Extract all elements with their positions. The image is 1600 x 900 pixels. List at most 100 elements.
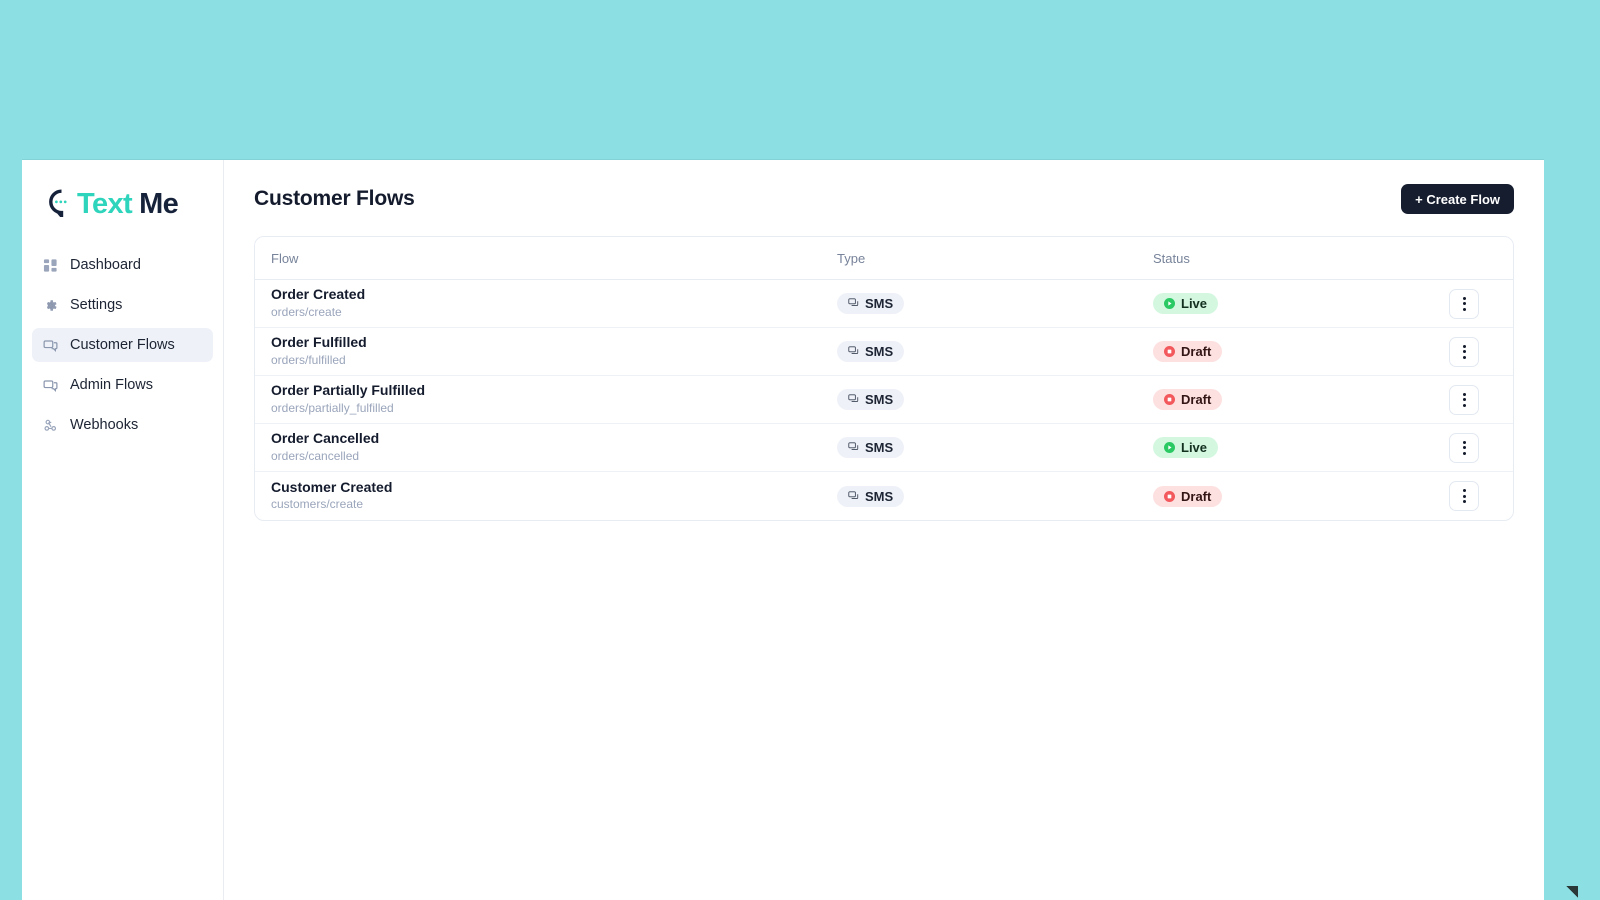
- type-label: SMS: [865, 440, 894, 455]
- message-square-icon: [42, 377, 58, 393]
- flow-name: Order Partially Fulfilled: [271, 382, 426, 399]
- sms-icon: [848, 490, 859, 502]
- type-label: SMS: [865, 488, 894, 504]
- status-cell: Draft: [1137, 341, 1423, 362]
- main-content: Customer Flows + Create Flow Flow Type S…: [224, 160, 1544, 900]
- flow-name: Order Cancelled: [271, 430, 380, 447]
- table-row[interactable]: Order Created orders/create SMS Live: [255, 280, 1513, 328]
- flow-name: Customer Created: [271, 478, 393, 495]
- row-actions: [1423, 288, 1513, 319]
- sidebar-item-label: Webhooks: [70, 417, 139, 433]
- row-actions: [1423, 481, 1513, 511]
- type-cell: SMS: [821, 389, 1137, 410]
- column-header-flow: Flow: [271, 250, 299, 266]
- status-badge: Draft: [1153, 341, 1223, 362]
- message-square-icon: [42, 337, 58, 353]
- table-row[interactable]: Order Cancelled orders/cancelled SMS Liv…: [255, 424, 1513, 472]
- row-menu-button[interactable]: [1449, 481, 1479, 511]
- stop-circle-icon: [1164, 346, 1175, 357]
- stop-circle-icon: [1164, 394, 1175, 405]
- sidebar-nav: Dashboard Settings Customer Flows Admin …: [22, 248, 223, 442]
- sidebar-item-settings[interactable]: Settings: [32, 288, 213, 322]
- status-badge: Live: [1153, 437, 1219, 458]
- create-flow-button[interactable]: + Create Flow: [1401, 184, 1514, 214]
- play-circle-icon: [1164, 442, 1175, 453]
- grid-icon: [42, 257, 58, 273]
- flow-cell: Customer Created customers/create: [255, 479, 821, 513]
- type-badge: SMS: [837, 437, 905, 458]
- gear-icon: [42, 297, 58, 313]
- status-badge: Draft: [1153, 389, 1223, 410]
- type-cell: SMS: [821, 293, 1137, 314]
- type-badge: SMS: [837, 293, 905, 314]
- flow-name: Order Created: [271, 286, 366, 303]
- type-label: SMS: [865, 392, 894, 407]
- flow-topic: customers/create: [271, 497, 364, 512]
- type-badge: SMS: [837, 341, 905, 362]
- type-cell: SMS: [821, 485, 1137, 507]
- status-label: Draft: [1181, 344, 1212, 359]
- sidebar: Text Me Dashboard Settings Customer Flow…: [22, 160, 224, 900]
- speech-bubble-icon: [46, 187, 76, 222]
- page-title: Customer Flows: [254, 187, 415, 210]
- sms-icon: [848, 346, 859, 357]
- table-row[interactable]: Order Fulfilled orders/fulfilled SMS Dra…: [255, 328, 1513, 376]
- column-header-type: Type: [837, 250, 866, 266]
- type-cell: SMS: [821, 341, 1137, 362]
- flow-topic: orders/cancelled: [271, 448, 360, 463]
- window-resize-handle[interactable]: [1564, 886, 1578, 900]
- sidebar-item-label: Customer Flows: [70, 337, 175, 353]
- status-badge: Live: [1153, 293, 1219, 314]
- webhook-icon: [42, 417, 58, 433]
- flow-cell: Order Fulfilled orders/fulfilled: [255, 334, 821, 368]
- status-label: Live: [1181, 296, 1208, 311]
- app-window: Text Me Dashboard Settings Customer Flow…: [22, 160, 1544, 900]
- brand-name-part2: Me: [139, 187, 179, 220]
- sidebar-item-customer-flows[interactable]: Customer Flows: [32, 328, 213, 362]
- sidebar-item-label: Admin Flows: [70, 377, 153, 393]
- flow-cell: Order Created orders/create: [255, 286, 821, 320]
- row-menu-button[interactable]: [1449, 288, 1479, 319]
- type-badge: SMS: [837, 485, 905, 507]
- sidebar-item-label: Settings: [70, 297, 123, 313]
- flow-cell: Order Partially Fulfilled orders/partial…: [255, 382, 821, 416]
- type-badge: SMS: [837, 389, 905, 410]
- sms-icon: [848, 298, 859, 309]
- flow-name: Order Fulfilled: [271, 334, 367, 351]
- sms-icon: [848, 442, 859, 453]
- table-row[interactable]: Order Partially Fulfilled orders/partial…: [255, 376, 1513, 424]
- row-menu-button[interactable]: [1449, 432, 1479, 463]
- column-header-status: Status: [1153, 250, 1190, 266]
- sidebar-item-dashboard[interactable]: Dashboard: [32, 248, 213, 282]
- sidebar-item-webhooks[interactable]: Webhooks: [32, 408, 213, 442]
- row-menu-button[interactable]: [1449, 336, 1479, 367]
- flow-topic: orders/partially_fulfilled: [271, 400, 394, 415]
- page-header: Customer Flows + Create Flow: [254, 184, 1514, 214]
- sidebar-item-admin-flows[interactable]: Admin Flows: [32, 368, 213, 402]
- type-cell: SMS: [821, 437, 1137, 458]
- status-cell: Live: [1137, 293, 1423, 314]
- brand-name-part1: Text: [77, 187, 133, 220]
- stop-circle-icon: [1164, 490, 1175, 502]
- type-label: SMS: [865, 344, 894, 359]
- flow-topic: orders/create: [271, 304, 342, 319]
- flow-topic: orders/fulfilled: [271, 352, 346, 367]
- status-cell: Draft: [1137, 485, 1423, 507]
- sms-icon: [848, 394, 859, 405]
- status-label: Draft: [1181, 392, 1212, 407]
- play-circle-icon: [1164, 298, 1175, 309]
- table-header-row: Flow Type Status: [255, 237, 1513, 280]
- flows-table: Flow Type Status Order Created orders/cr…: [254, 236, 1514, 521]
- brand-logo[interactable]: Text Me: [46, 178, 223, 230]
- flow-cell: Order Cancelled orders/cancelled: [255, 430, 821, 464]
- status-label: Draft: [1181, 488, 1212, 504]
- status-badge: Draft: [1153, 485, 1223, 507]
- status-label: Live: [1181, 440, 1208, 455]
- table-row[interactable]: Customer Created customers/create SMS Dr…: [255, 472, 1513, 520]
- status-cell: Draft: [1137, 389, 1423, 410]
- row-menu-button[interactable]: [1449, 384, 1479, 415]
- sidebar-item-label: Dashboard: [70, 257, 141, 273]
- type-label: SMS: [865, 296, 894, 311]
- row-actions: [1423, 432, 1513, 463]
- row-actions: [1423, 336, 1513, 367]
